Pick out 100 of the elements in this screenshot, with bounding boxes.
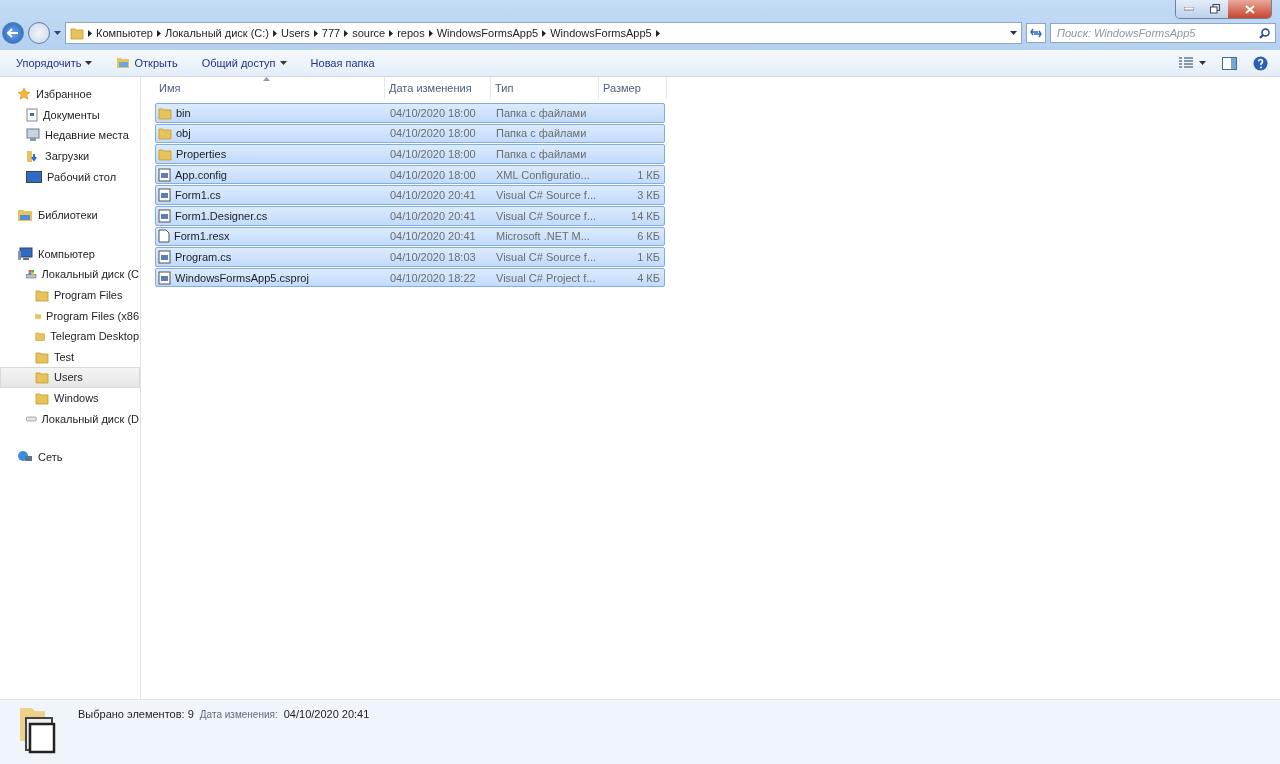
caret-icon[interactable]: [54, 31, 61, 35]
desktop-icon: [26, 170, 42, 183]
caret-icon[interactable]: [1010, 31, 1017, 35]
computer-icon: [17, 246, 33, 261]
breadcrumb[interactable]: WindowsFormsApp5: [550, 27, 652, 39]
chevron-icon: [313, 29, 318, 37]
minimize-icon: [1184, 7, 1194, 11]
column-header[interactable]: Дата изменения: [385, 77, 491, 99]
nav-pane-item[interactable]: Загрузки: [0, 145, 140, 167]
toolbar-button[interactable]: Упорядочить: [6, 54, 103, 72]
document-icon: [26, 107, 38, 122]
breadcrumb[interactable]: source: [352, 27, 386, 39]
system-drive-icon: [26, 267, 37, 282]
nav-pane-item[interactable]: Компьютер: [0, 243, 140, 265]
file-name: Program.cs: [175, 250, 232, 263]
date-cell-text: 04/10/2020 18:00: [389, 106, 477, 119]
file-row[interactable]: Form1.resx 04/10/2020 20:41 Microsoft .NET M... 6 КБ: [155, 226, 665, 247]
size-cell-text: 3 КБ: [636, 189, 661, 202]
nav-pane-item[interactable]: Сеть: [0, 446, 140, 468]
breadcrumb[interactable]: Локальный диск (C:): [164, 27, 270, 39]
file-row[interactable]: Form1.Designer.cs 04/10/2020 20:41 Visual C# Source f... 14 КБ: [155, 205, 665, 226]
nav-pane-item[interactable]: Users: [0, 367, 140, 388]
size-cell-text: 6 КБ: [636, 230, 661, 243]
chevron-icon: [273, 29, 278, 37]
nav-pane-item[interactable]: Windows: [0, 387, 140, 409]
address-bar[interactable]: Компьютер Локальный диск (C:) Users 777 source repos WindowsFormsApp5 WindowsFormsApp5: [65, 22, 1022, 44]
column-header[interactable]: Имя: [155, 77, 385, 99]
back-arrow-icon: [7, 28, 19, 38]
file-name: Form1.resx: [174, 230, 230, 243]
chevron-icon: [88, 29, 92, 37]
nav-pane-item[interactable]: Program Files: [0, 284, 140, 306]
date-cell-text: 04/10/2020 18:00: [389, 148, 477, 160]
type-cell-text: Visual C# Source f...: [495, 209, 598, 222]
size-cell-text: 1 КБ: [636, 168, 661, 181]
breadcrumb[interactable]: Users: [281, 27, 310, 39]
folder-icon: [116, 57, 131, 69]
back-button[interactable]: [2, 22, 24, 44]
file-row[interactable]: App.config 04/10/2020 18:00 XML Configuratio... 1 КБ: [155, 164, 665, 185]
file-row[interactable]: Program.cs 04/10/2020 18:03 Visual C# Source f... 1 КБ: [155, 247, 665, 267]
chevron-icon: [344, 29, 349, 37]
recent-places-icon: [26, 128, 40, 143]
folder-icon: [35, 288, 49, 303]
breadcrumb[interactable]: repos: [397, 27, 425, 39]
modified-date: 04/10/2020 20:41: [283, 708, 370, 720]
search-field[interactable]: Поиск: WindowsFormsApp5: [1050, 23, 1276, 43]
chevron-icon: [655, 29, 660, 37]
hard-drive-icon: [26, 414, 37, 423]
type-cell-text: Папка с файлами: [495, 148, 588, 160]
code-file-icon: [158, 188, 171, 203]
type-cell-text: Папка с файлами: [495, 106, 588, 119]
type-cell-text: Microsoft .NET M...: [495, 230, 591, 243]
forward-button[interactable]: [28, 22, 50, 44]
toolbar-button[interactable]: Открыть: [106, 54, 188, 72]
breadcrumb[interactable]: Компьютер: [96, 27, 153, 39]
nav-pane-item[interactable]: Telegram Desktop: [0, 325, 140, 347]
column-header[interactable]: Тип: [491, 77, 599, 99]
toolbar-button[interactable]: Общий доступ: [191, 54, 297, 72]
maximize-button[interactable]: [1202, 0, 1228, 18]
close-icon: [1244, 4, 1255, 14]
date-cell-text: 04/10/2020 20:41: [389, 209, 477, 222]
type-cell-text: Visual C# Source f...: [495, 250, 598, 263]
toolbar-button[interactable]: Новая папка: [300, 54, 385, 72]
breadcrumb[interactable]: WindowsFormsApp5: [436, 27, 539, 39]
type-cell-text: Папка с файлами: [495, 127, 588, 140]
breadcrumb[interactable]: 777: [321, 27, 341, 39]
refresh-button[interactable]: [1026, 23, 1046, 43]
type-cell-text: Visual C# Source f...: [495, 189, 598, 202]
file-row[interactable]: Form1.cs 04/10/2020 20:41 Visual C# Source f... 3 КБ: [155, 185, 665, 205]
chevron-icon: [428, 29, 433, 37]
column-header[interactable]: Размер: [599, 77, 667, 99]
file-row[interactable]: WindowsFormsApp5.csproj 04/10/2020 18:22 Visual C# Project f... 4 КБ: [155, 267, 665, 288]
nav-pane-item[interactable]: Рабочий стол: [0, 166, 140, 187]
file-row[interactable]: Properties 04/10/2020 18:00 Папка с файлами: [155, 144, 665, 164]
nav-pane-item[interactable]: Документы: [0, 104, 140, 126]
folder-icon: [35, 370, 49, 385]
nav-pane-item[interactable]: Локальный диск (D: [0, 408, 140, 429]
file-name: Form1.cs: [175, 189, 221, 202]
chevron-icon: [156, 29, 161, 37]
folder-icon: [35, 349, 49, 364]
nav-pane-item[interactable]: Недавние места: [0, 125, 140, 146]
nav-pane-item[interactable]: Избранное: [0, 84, 140, 105]
date-cell-text: 04/10/2020 20:41: [389, 189, 477, 202]
code-file-icon: [158, 167, 171, 182]
file-name: bin: [176, 106, 191, 119]
download-folder-icon: [26, 149, 40, 164]
folder-icon: [158, 147, 172, 161]
folder-icon: [158, 126, 172, 141]
selection-count: Выбрано элементов: 9: [78, 708, 194, 720]
file-row[interactable]: obj 04/10/2020 18:00 Папка с файлами: [155, 123, 665, 144]
date-cell-text: 04/10/2020 18:22: [389, 271, 477, 284]
nav-pane-item[interactable]: Библиотеки: [0, 204, 140, 226]
type-cell-text: Visual C# Project f...: [495, 271, 597, 284]
close-button[interactable]: [1228, 0, 1271, 18]
code-file-icon: [158, 249, 171, 264]
nav-pane-item[interactable]: Test: [0, 346, 140, 368]
help-icon: [1253, 55, 1268, 71]
nav-pane-item[interactable]: Program Files (x86: [0, 305, 140, 326]
file-row[interactable]: bin 04/10/2020 18:00 Папка с файлами: [155, 103, 665, 123]
multiple-files-icon: [18, 706, 58, 754]
nav-pane-item[interactable]: Локальный диск (C: [0, 264, 140, 285]
